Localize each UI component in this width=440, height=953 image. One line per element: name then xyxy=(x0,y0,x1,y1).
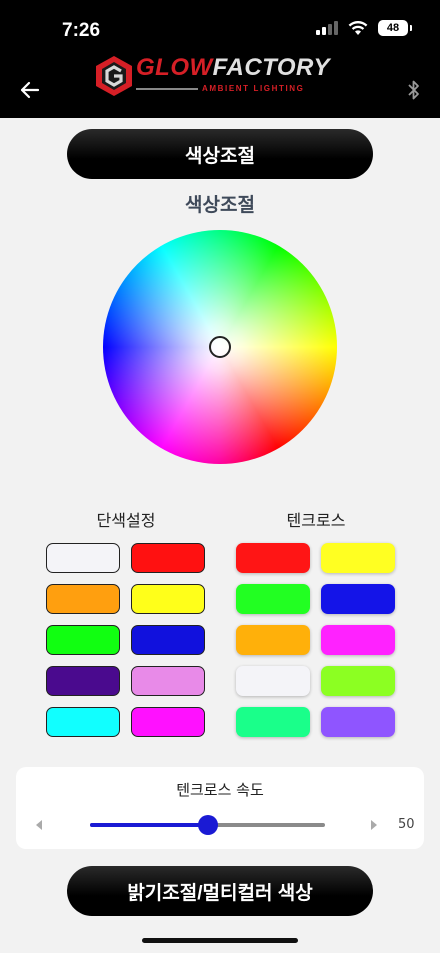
solid-color-swatch[interactable] xyxy=(46,625,120,655)
logo-tagline: AMBIENT LIGHTING xyxy=(202,84,305,93)
solid-color-swatch[interactable] xyxy=(46,543,120,573)
color-wheel-handle[interactable] xyxy=(209,336,231,358)
brightness-multicolor-button[interactable]: 밝기조절/멀티컬러 색상 xyxy=(67,866,373,916)
solid-color-swatch[interactable] xyxy=(46,584,120,614)
cellular-signal-icon xyxy=(316,21,338,35)
solid-color-label: 단색설정 xyxy=(96,511,156,530)
speed-label: 텐크로스 속도 xyxy=(176,781,264,799)
flash-color-swatch[interactable] xyxy=(321,707,395,737)
flash-color-swatch[interactable] xyxy=(236,666,310,696)
speed-slider-fill xyxy=(90,823,208,827)
logo-g-mark-icon xyxy=(96,56,132,96)
solid-color-swatch[interactable] xyxy=(131,625,205,655)
brand-logo: GLOWFACTORY AMBIENT LIGHTING xyxy=(92,54,350,98)
logo-wordmark: GLOWFACTORY xyxy=(136,54,330,82)
logo-word-factory: FACTORY xyxy=(212,54,330,81)
solid-color-swatch[interactable] xyxy=(131,584,205,614)
speed-slider-thumb[interactable] xyxy=(197,815,218,835)
solid-color-swatch[interactable] xyxy=(46,707,120,737)
logo-divider xyxy=(136,88,198,90)
speed-card: 텐크로스 속도 50 xyxy=(16,767,424,849)
flash-color-swatch[interactable] xyxy=(321,543,395,573)
flash-color-swatch[interactable] xyxy=(236,543,310,573)
section-title: 색상조절 xyxy=(185,194,255,216)
status-icons: 48 xyxy=(316,20,412,36)
battery-icon: 48 xyxy=(378,20,412,36)
speed-increase-icon[interactable] xyxy=(371,820,377,830)
bluetooth-icon[interactable] xyxy=(406,78,422,102)
solid-color-swatch[interactable] xyxy=(131,543,205,573)
flash-color-swatch[interactable] xyxy=(236,584,310,614)
flash-color-swatch[interactable] xyxy=(236,707,310,737)
flash-color-swatch[interactable] xyxy=(236,625,310,655)
color-control-button[interactable]: 색상조절 xyxy=(67,129,373,179)
speed-slider[interactable] xyxy=(90,815,325,835)
wifi-icon xyxy=(348,20,368,35)
flash-color-label: 텐크로스 xyxy=(286,511,346,530)
app-header: 7:26 48 GLOWFACTORY AMBIENT LIGHTING xyxy=(0,0,440,118)
speed-decrease-icon[interactable] xyxy=(36,820,42,830)
flash-color-swatch[interactable] xyxy=(321,625,395,655)
solid-color-swatch[interactable] xyxy=(131,666,205,696)
status-time: 7:26 xyxy=(62,20,101,41)
solid-color-swatch[interactable] xyxy=(131,707,205,737)
solid-color-swatch[interactable] xyxy=(46,666,120,696)
flash-color-swatch[interactable] xyxy=(321,584,395,614)
home-indicator xyxy=(142,938,298,943)
flash-color-swatch[interactable] xyxy=(321,666,395,696)
speed-value: 50 xyxy=(398,817,415,832)
screen: 7:26 48 GLOWFACTORY AMBIENT LIGHTING 색상조… xyxy=(0,0,440,953)
logo-word-glow: GLOW xyxy=(136,54,213,81)
back-arrow-icon[interactable] xyxy=(16,76,44,104)
